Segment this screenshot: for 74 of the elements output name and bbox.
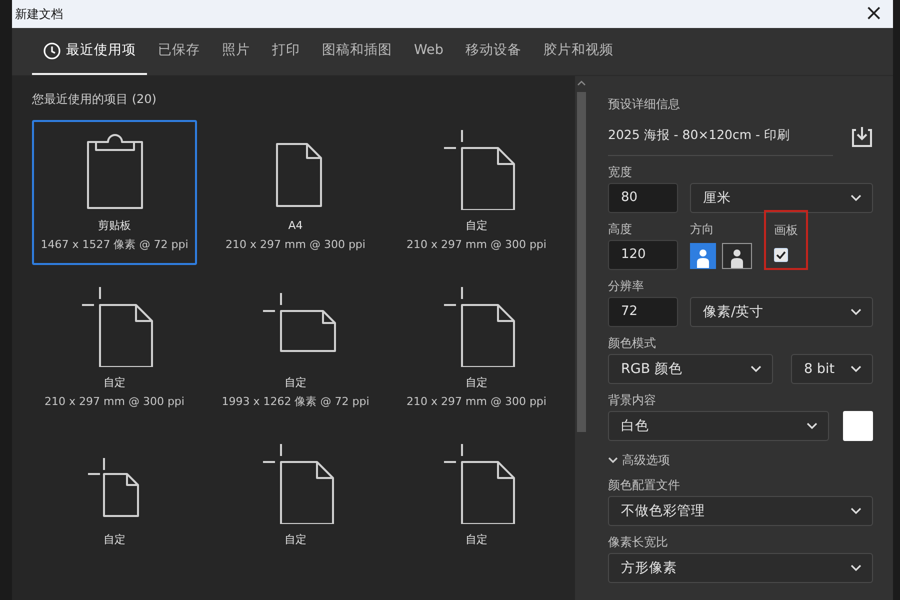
preset-card[interactable]: 自定 210 x 297 mm @ 300 ppi <box>32 277 197 422</box>
color-swatch[interactable] <box>843 410 873 441</box>
chevron-down-icon <box>850 564 862 572</box>
unit-dropdown[interactable]: 像素/英寸 <box>690 296 873 327</box>
preset-card[interactable]: 自定 <box>32 434 197 560</box>
preset-card[interactable]: 自定 <box>394 434 559 560</box>
input-field[interactable]: 120 <box>608 240 678 270</box>
tab[interactable]: 胶片和视频 <box>532 28 624 75</box>
color-profile-dropdown[interactable]: 不做色彩管理 <box>608 496 873 526</box>
preset-size: 210 x 297 mm @ 300 ppi <box>226 236 366 252</box>
bit-depth-dropdown[interactable]: 8 bit <box>791 354 873 384</box>
preset-name: 自定 <box>284 532 306 548</box>
preset-name: 自定 <box>466 375 488 391</box>
scrollbar[interactable] <box>575 76 588 600</box>
section-heading: 您最近使用的项目 (20) <box>32 91 158 108</box>
person-icon <box>696 248 710 268</box>
tab[interactable]: 已保存 <box>147 28 211 75</box>
color-mode-dropdown[interactable]: RGB 颜色 <box>608 354 773 384</box>
preset-title: 2025 海报 - 80×120cm - 印刷 <box>608 118 833 156</box>
preset-size: 1993 x 1262 像素 @ 72 ppi <box>222 394 370 410</box>
chevron-down-icon <box>750 364 762 373</box>
preset-name: 自定 <box>104 532 126 548</box>
tab[interactable]: 图稿和插图 <box>311 28 403 75</box>
pixel-aspect-dropdown[interactable]: 方形像素 <box>608 552 873 583</box>
field-label: 宽度 <box>608 164 633 180</box>
tab[interactable]: 移动设备 <box>454 28 532 75</box>
field-label: 颜色模式 <box>608 334 657 351</box>
preset-card[interactable]: 自定 210 x 297 mm @ 300 ppi <box>394 120 559 265</box>
close-button[interactable]: × <box>858 3 889 25</box>
tab[interactable]: Web <box>403 28 454 75</box>
input-field[interactable]: 72 <box>608 296 678 327</box>
preset-name: 自定 <box>284 375 306 391</box>
chevron-icon <box>608 456 618 464</box>
preset-name: A4 <box>288 218 303 234</box>
preset-name: 自定 <box>466 532 488 548</box>
preset-name: 剪贴板 <box>98 218 131 234</box>
advanced-options-toggle[interactable]: 高级选项 <box>608 450 670 469</box>
field-label: 像素长宽比 <box>608 534 669 550</box>
field-label: 背景内容 <box>608 392 657 408</box>
chevron-down-icon <box>806 422 818 430</box>
tab[interactable]: 照片 <box>211 28 261 75</box>
tab[interactable]: 打印 <box>261 28 311 75</box>
scroll-up-icon[interactable] <box>577 80 586 86</box>
preset-size: 210 x 297 mm @ 300 ppi <box>406 236 546 252</box>
preset-card[interactable]: 自定 <box>213 434 378 560</box>
clock-icon <box>43 42 61 60</box>
person-icon <box>730 248 744 268</box>
background-dropdown[interactable]: 白色 <box>608 410 829 441</box>
field-label: 方向 <box>690 220 715 237</box>
section-heading: 预设详细信息 <box>608 96 681 112</box>
preset-card[interactable]: 自定 210 x 297 mm @ 300 ppi <box>394 277 559 422</box>
field-label: 高度 <box>608 220 633 237</box>
field-label: 颜色配置文件 <box>608 476 681 493</box>
checkbox[interactable] <box>774 248 788 262</box>
window-title: 新建文档 <box>15 6 63 23</box>
chevron-down-icon <box>850 308 862 316</box>
preset-card[interactable]: A4 210 x 297 mm @ 300 ppi <box>213 120 378 265</box>
save-preset-button[interactable] <box>851 126 873 148</box>
preset-name: 自定 <box>104 375 126 391</box>
preset-size: 210 x 297 mm @ 300 ppi <box>44 394 184 410</box>
preset-card[interactable]: 自定 1993 x 1262 像素 @ 72 ppi <box>213 277 378 422</box>
input-field[interactable]: 80 <box>608 182 678 213</box>
chevron-down-icon <box>850 364 862 373</box>
preset-card[interactable]: 剪贴板 1467 x 1527 像素 @ 72 ppi <box>32 120 197 265</box>
preset-name: 自定 <box>466 218 488 234</box>
unit-dropdown[interactable]: 厘米 <box>690 182 873 213</box>
chevron-down-icon <box>850 194 862 202</box>
portrait-button[interactable] <box>690 242 716 269</box>
preset-size: 210 x 297 mm @ 300 ppi <box>406 394 546 410</box>
chevron-down-icon <box>850 506 862 515</box>
field-label: 分辨率 <box>608 278 645 294</box>
preset-size: 1467 x 1527 像素 @ 72 ppi <box>40 236 188 252</box>
landscape-button[interactable] <box>722 242 752 269</box>
field-label: 画板 <box>774 222 798 238</box>
